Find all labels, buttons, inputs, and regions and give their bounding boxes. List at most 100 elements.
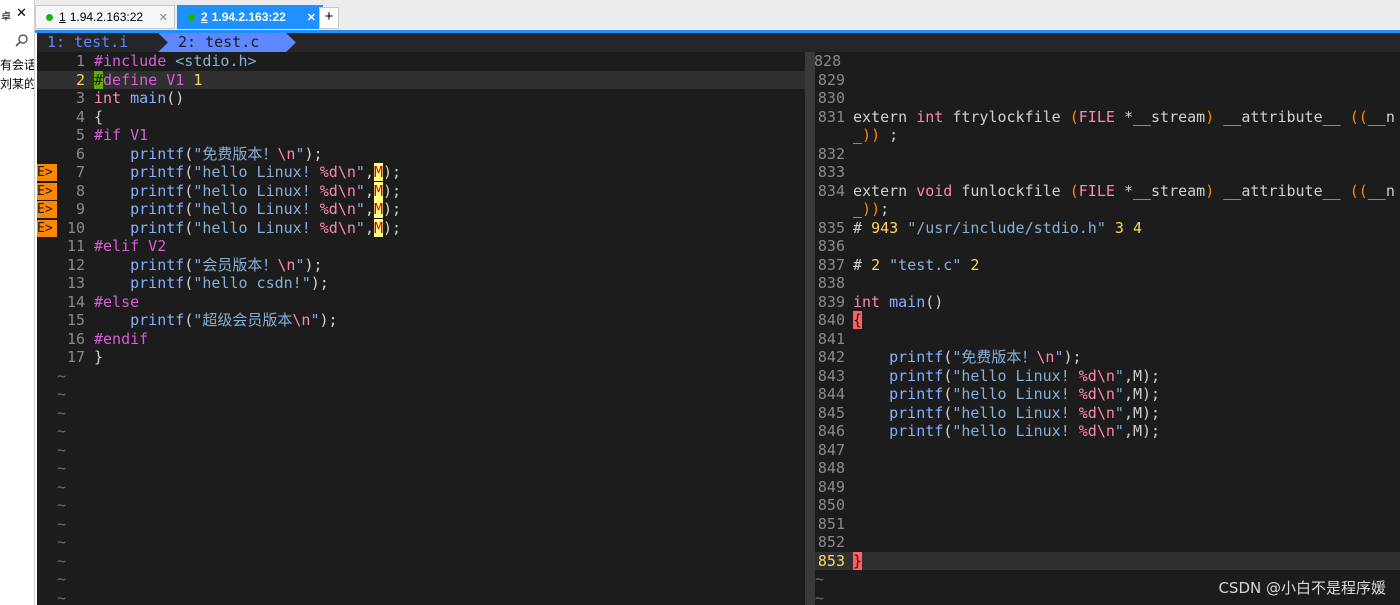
empty-line-marker: ~ xyxy=(57,514,67,533)
line-text: printf("hello Linux! %d\n",M); xyxy=(889,366,1161,385)
session-tab-1[interactable]: 1 1.94.2.163:22 ✕ xyxy=(35,5,175,29)
line-number: 15 xyxy=(66,311,85,329)
empty-line-marker: ~ xyxy=(57,570,67,588)
close-tab-icon[interactable]: ✕ xyxy=(159,11,168,24)
code-line[interactable]: 831 extern int ftrylockfile (FILE *__stre… xyxy=(815,108,1400,127)
code-line[interactable]: 15 printf("超级会员版本\n"); xyxy=(37,311,805,330)
line-number: 831 xyxy=(817,107,845,126)
empty-line-marker: ~ xyxy=(57,385,67,403)
line-number: 845 xyxy=(817,403,845,422)
code-line[interactable]: 842 printf("免费版本！\n"); xyxy=(815,348,1400,367)
session-list-item[interactable]: 有会话 xyxy=(0,56,34,73)
left-editor-pane[interactable]: 1 #include <stdio.h> 2 #define V1 1 3 int mai… xyxy=(37,52,805,605)
code-line[interactable]: 834 extern void funlockfile (FILE *__stre… xyxy=(815,182,1400,201)
code-line[interactable]: 14 #else xyxy=(37,293,805,312)
add-tab-button[interactable]: + xyxy=(319,7,339,29)
buffer-tab-label: 2: test.c xyxy=(178,33,260,51)
code-line[interactable]: 844 printf("hello Linux! %d\n",M); xyxy=(815,385,1400,404)
line-number: 839 xyxy=(817,292,845,311)
code-line[interactable]: 835 # 943 "/usr/include/stdio.h" 3 4 xyxy=(815,219,1400,238)
code-line[interactable]: 13 printf("hello csdn!"); xyxy=(37,274,805,293)
code-line[interactable]: 847 xyxy=(815,441,1400,460)
line-text: printf("超级会员版本\n"); xyxy=(130,311,338,329)
close-sidebar-icon[interactable]: ✕ xyxy=(16,6,27,21)
buffer-tab-test-c[interactable]: 2: test.c xyxy=(158,33,298,52)
code-line[interactable]: 12 printf("会员版本！\n"); xyxy=(37,256,805,275)
code-line[interactable]: 16 #endif xyxy=(37,330,805,349)
search-icon[interactable] xyxy=(15,33,29,47)
code-line[interactable]: 849 xyxy=(815,478,1400,497)
error-sign-icon: E> xyxy=(37,182,57,200)
watermark: CSDN @小白不是程序媛 xyxy=(1218,579,1386,597)
code-line[interactable]: _)); xyxy=(815,200,1400,219)
line-number: 11 xyxy=(66,237,85,255)
code-line[interactable]: 832 xyxy=(815,145,1400,164)
code-line[interactable]: 17} xyxy=(37,348,805,367)
code-line[interactable]: E> 8 printf("hello Linux! %d\n",M); xyxy=(37,181,805,201)
right-editor-pane[interactable]: 8828829830831 extern int ftrylockfile (FI… xyxy=(815,52,1400,605)
line-number: 3 xyxy=(75,89,85,107)
terminal[interactable]: 1: test.i 2: test.c 1 #include <stdio.h> 2… xyxy=(37,33,1400,605)
session-tab-2[interactable]: 2 1.94.2.163:22 ✕ xyxy=(177,5,323,29)
session-list-item[interactable]: 刘某的 xyxy=(0,75,34,92)
code-line[interactable]: 829 xyxy=(815,71,1400,90)
line-number: 835 xyxy=(817,218,845,237)
line-number: 14 xyxy=(66,292,85,311)
code-line[interactable]: 845 printf("hello Linux! %d\n",M); xyxy=(815,404,1400,423)
line-text: printf("hello Linux! %d\n",M); xyxy=(130,163,402,181)
code-line[interactable]: E> 7 printf("hello Linux! %d\n",M); xyxy=(37,163,805,182)
code-line[interactable]: 830 xyxy=(815,89,1400,108)
vertical-split-divider[interactable] xyxy=(805,52,815,605)
line-number: 841 xyxy=(817,329,845,348)
code-line[interactable]: 11 #elif V2 xyxy=(37,237,805,256)
code-line[interactable]: 837 # 2 "test.c" 2 xyxy=(815,256,1400,275)
close-tab-icon[interactable]: ✕ xyxy=(307,11,316,24)
code-line[interactable]: 852 xyxy=(815,533,1400,552)
code-line[interactable]: 836 xyxy=(815,237,1400,256)
line-number: 853 xyxy=(817,551,845,570)
code-line[interactable]: 843 printf("hello Linux! %d\n",M); xyxy=(815,367,1400,386)
code-line[interactable]: 853} xyxy=(815,551,1400,570)
empty-line-marker: ~ xyxy=(57,551,67,570)
line-number: 12 xyxy=(66,255,85,274)
code-line[interactable]: 5 #if V1 xyxy=(37,126,805,145)
line-number: 846 xyxy=(817,422,845,440)
code-line[interactable]: E> 10 printf("hello Linux! %d\n",M); xyxy=(37,218,805,238)
line-text: printf("hello Linux! %d\n",M); xyxy=(889,422,1161,440)
code-line[interactable]: 2 #define V1 1 xyxy=(37,70,805,89)
line-number: 832 xyxy=(817,144,845,163)
code-line[interactable]: _)) ; xyxy=(815,126,1400,145)
line-number: 8828 xyxy=(815,52,842,70)
code-line[interactable]: 3 int main() xyxy=(37,89,805,108)
connected-status-icon xyxy=(46,13,53,21)
buffer-tab-test-i[interactable]: 1: test.i xyxy=(37,33,167,52)
code-line[interactable]: E> 9 printf("hello Linux! %d\n",M); xyxy=(37,200,805,219)
code-line[interactable]: 850 xyxy=(815,496,1400,515)
line-number: 17 xyxy=(66,348,85,366)
code-line[interactable]: 4{ xyxy=(37,108,805,127)
line-number: 850 xyxy=(817,496,845,514)
line-number: 4 xyxy=(75,107,85,126)
line-number: 834 xyxy=(817,181,845,200)
line-number: 843 xyxy=(817,366,845,385)
empty-line-marker: ~ xyxy=(57,422,67,440)
line-text: printf("hello Linux! %d\n",M); xyxy=(889,403,1161,422)
code-line[interactable]: 839 int main() xyxy=(815,293,1400,312)
empty-line-marker: ~ xyxy=(57,533,67,551)
line-text: #endif xyxy=(94,329,149,348)
vim-tabline: 1: test.i 2: test.c xyxy=(37,33,1400,52)
code-line[interactable]: 6 printf("免费版本！\n"); xyxy=(37,145,805,164)
code-line[interactable]: 841 xyxy=(815,330,1400,349)
code-line[interactable]: 851 xyxy=(815,515,1400,534)
code-line[interactable]: 840 { xyxy=(815,311,1400,330)
code-line[interactable]: 833 xyxy=(815,163,1400,182)
code-line[interactable]: 848 xyxy=(815,459,1400,478)
line-text: { xyxy=(853,311,863,329)
empty-line-marker: ~ xyxy=(57,440,67,459)
code-line[interactable]: 838 xyxy=(815,274,1400,293)
code-line[interactable]: 846 printf("hello Linux! %d\n",M); xyxy=(815,422,1400,441)
empty-line-marker: ~ xyxy=(57,459,67,477)
pin-icon[interactable]: 卓 xyxy=(1,8,11,23)
line-text: int main() xyxy=(853,292,944,311)
code-line[interactable]: 1 #include <stdio.h> xyxy=(37,52,805,71)
